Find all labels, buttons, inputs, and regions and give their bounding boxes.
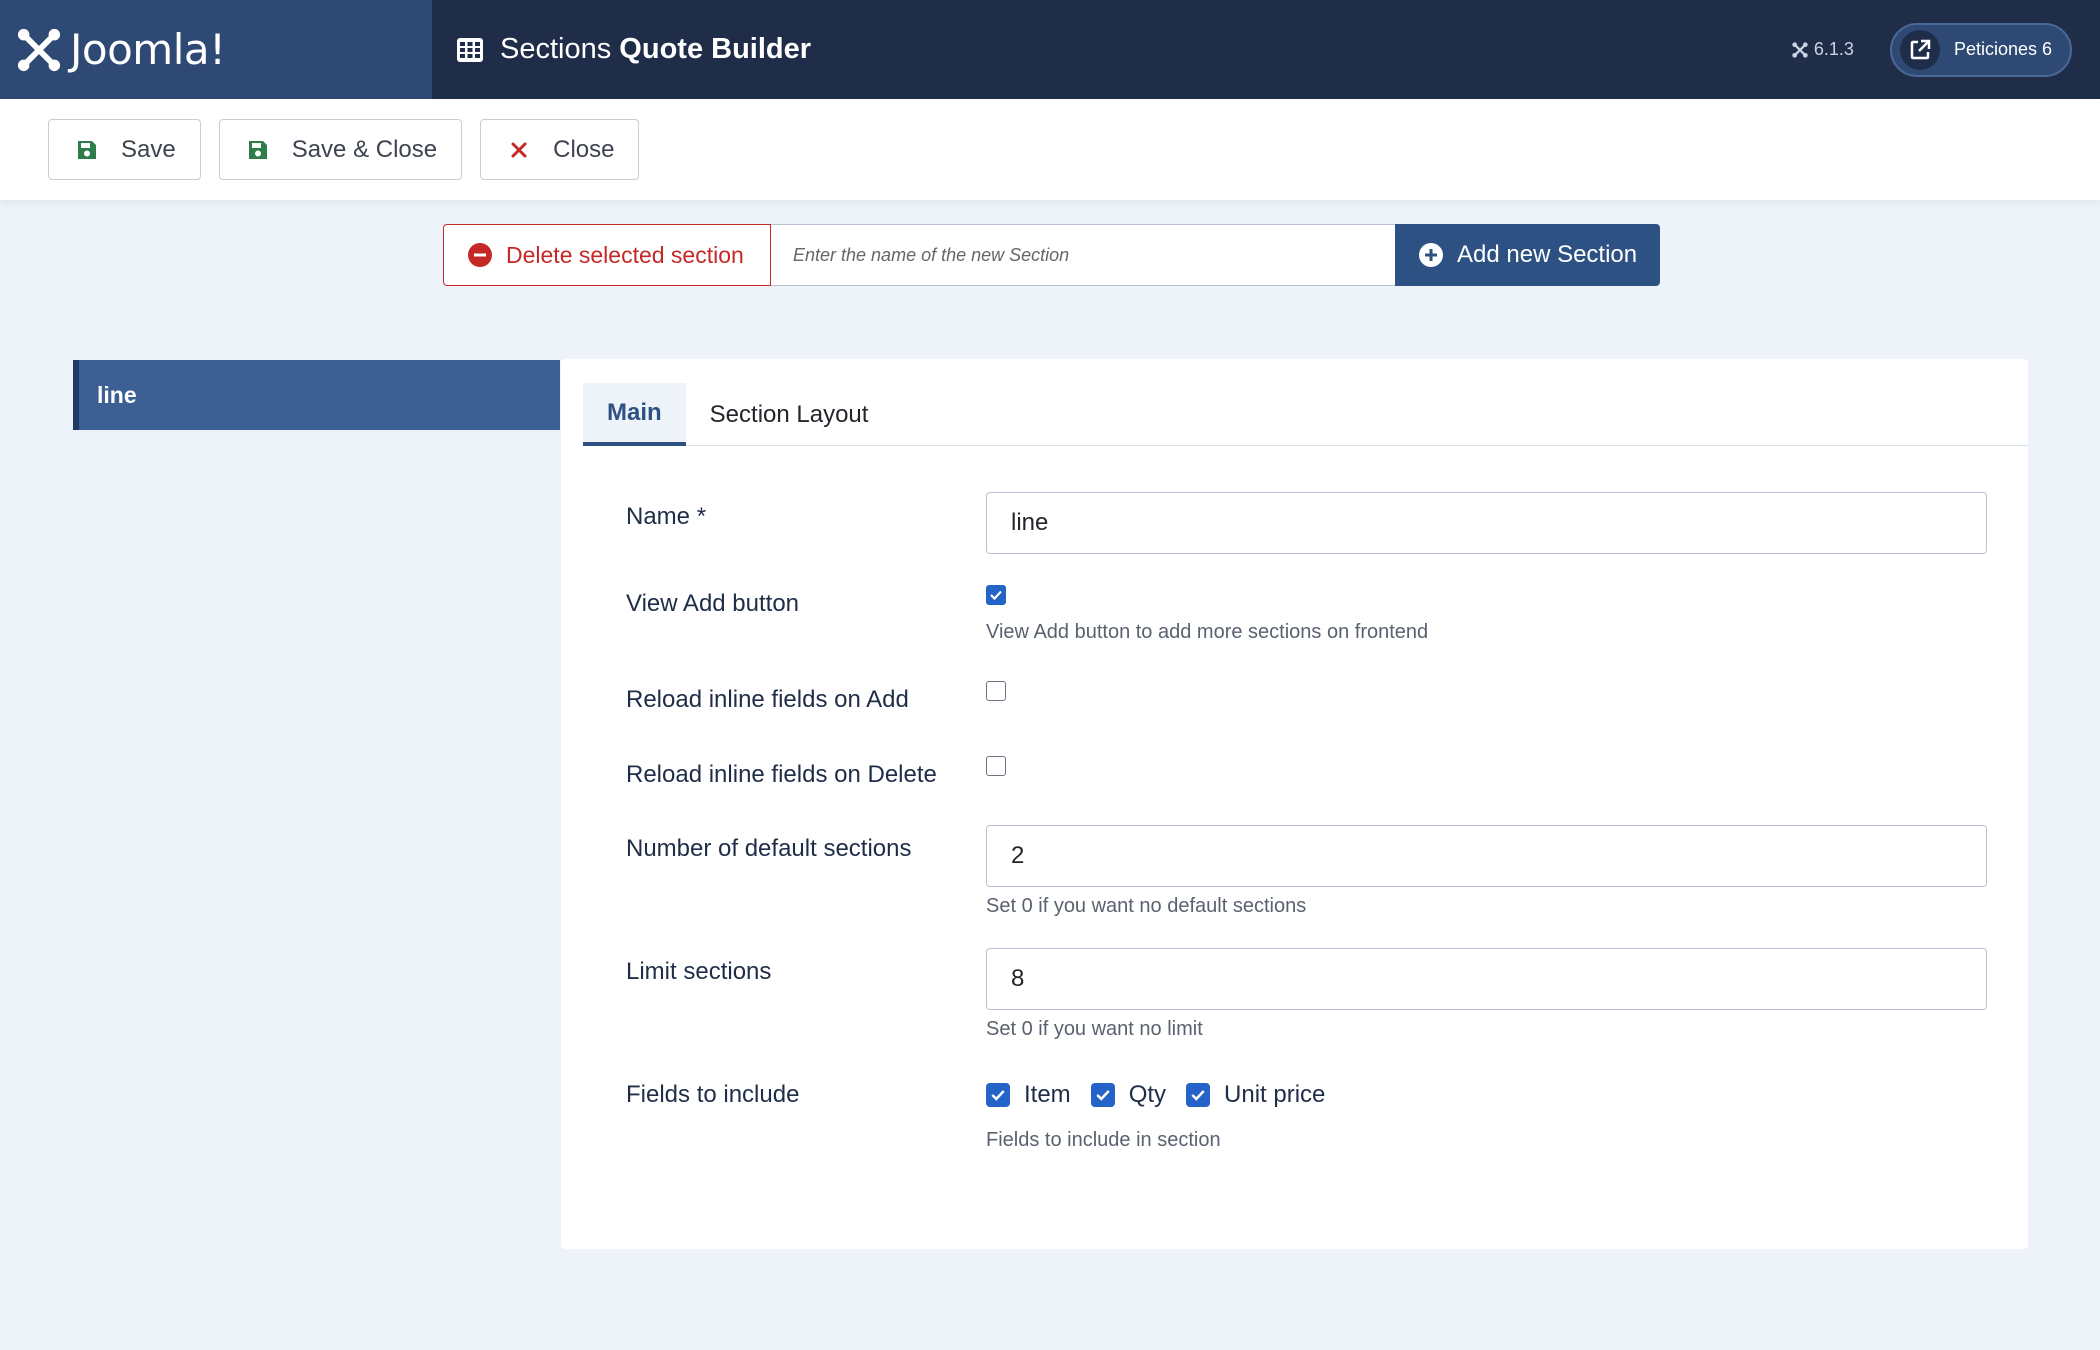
add-section-button[interactable]: Add new Section [1395, 224, 1660, 286]
field-item-option[interactable]: Item [986, 1081, 1071, 1109]
tab-section-layout[interactable]: Section Layout [686, 383, 893, 446]
save-close-button[interactable]: Save & Close [218, 119, 463, 180]
tab-bar: Main Section Layout [583, 383, 2028, 446]
toolbar: Save Save & Close Close [0, 99, 2100, 200]
default-sections-help: Set 0 if you want no default sections [986, 895, 1307, 917]
fields-include-help: Fields to include in section [986, 1129, 1221, 1151]
close-button[interactable]: Close [480, 119, 640, 180]
close-label: Close [553, 135, 615, 163]
view-add-help: View Add button to add more sections on … [986, 621, 1429, 643]
fields-include-label: Fields to include [626, 1081, 800, 1108]
limit-sections-input[interactable] [986, 948, 1987, 1010]
name-label: Name * [626, 503, 707, 530]
external-link-icon [1899, 29, 1940, 70]
field-item-checkbox[interactable] [986, 1083, 1010, 1107]
requests-label: Peticiones 6 [1953, 39, 2052, 59]
tab-main-label: Main [607, 398, 662, 426]
version-info[interactable]: 6.1.3 [1792, 39, 1854, 60]
delete-section-label: Delete selected section [506, 241, 744, 268]
page-title-area: Sections Quote Builder [432, 33, 1792, 66]
default-sections-label: Number of default sections [626, 835, 912, 862]
logo-area[interactable]: Joomla! [0, 0, 432, 99]
table-grid-icon [457, 37, 483, 62]
floppy-disk-icon [75, 138, 99, 162]
limit-sections-help: Set 0 if you want no limit [986, 1018, 1203, 1040]
reload-delete-checkbox[interactable] [986, 756, 1006, 776]
logo-text: Joomla! [70, 25, 226, 74]
name-input[interactable] [986, 492, 1987, 554]
reload-add-checkbox[interactable] [986, 681, 1006, 701]
limit-sections-field-wrap [986, 948, 1987, 1010]
floppy-disk-icon [246, 138, 270, 162]
field-unit-price-label: Unit price [1224, 1081, 1326, 1108]
requests-button[interactable]: Peticiones 6 [1889, 22, 2072, 77]
sidebar-item-line[interactable]: line [73, 360, 560, 430]
joomla-logo-icon [17, 28, 61, 71]
close-x-icon [507, 138, 531, 162]
field-qty-checkbox[interactable] [1090, 1083, 1115, 1107]
save-close-label: Save & Close [291, 135, 438, 163]
tab-section-layout-label: Section Layout [709, 400, 869, 428]
view-add-label: View Add button [626, 590, 800, 617]
new-section-name-input[interactable] [771, 224, 1395, 286]
default-sections-field-wrap [986, 825, 1987, 887]
page-title-bold: Quote Builder [619, 33, 812, 65]
default-sections-input[interactable] [986, 825, 1987, 887]
fields-include-group: Item Qty Unit price [986, 1081, 1325, 1109]
reload-add-label: Reload inline fields on Add [626, 686, 909, 713]
field-unit-price-checkbox[interactable] [1186, 1083, 1211, 1107]
view-add-checkbox[interactable] [986, 585, 1006, 605]
name-field-wrap [986, 492, 1987, 554]
version-number: 6.1.3 [1813, 39, 1854, 59]
save-label: Save [121, 135, 176, 163]
field-qty-label: Qty [1128, 1081, 1167, 1108]
top-header: Joomla! Sections Quote Builder 6.1.3 Pet… [0, 0, 2100, 99]
field-unit-price-option[interactable]: Unit price [1186, 1081, 1325, 1109]
field-item-label: Item [1024, 1081, 1071, 1108]
page-title: Sections Quote Builder [500, 33, 811, 66]
joomla-small-icon [1792, 41, 1808, 58]
section-actions-bar: Delete selected section Add new Section [443, 224, 1660, 286]
add-section-label: Add new Section [1457, 241, 1638, 268]
minus-circle-icon [468, 243, 492, 267]
section-edit-panel: Main Section Layout Name * View Add butt… [561, 359, 2028, 1249]
limit-sections-label: Limit sections [626, 958, 772, 985]
save-button[interactable]: Save [48, 119, 201, 180]
field-qty-option[interactable]: Qty [1090, 1081, 1167, 1109]
page-title-light: Sections [500, 33, 612, 65]
plus-circle-icon [1419, 243, 1443, 267]
tab-main[interactable]: Main [583, 383, 686, 446]
delete-section-button[interactable]: Delete selected section [443, 224, 771, 286]
sidebar-item-label: line [97, 381, 137, 408]
reload-delete-label: Reload inline fields on Delete [626, 761, 937, 788]
